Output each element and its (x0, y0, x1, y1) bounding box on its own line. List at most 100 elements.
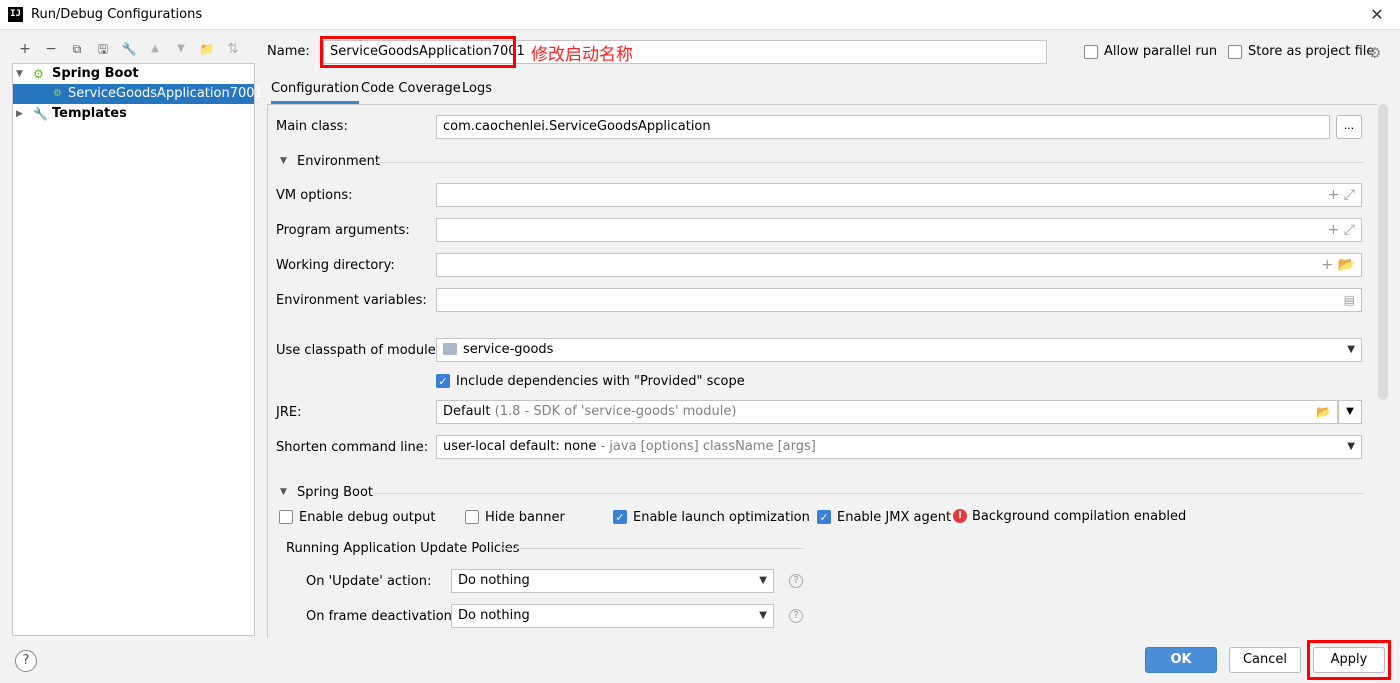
main-class-label: Main class: (276, 119, 348, 134)
jre-label: JRE: (276, 405, 302, 420)
wrench-icon: 🔧 (33, 107, 48, 121)
environment-variables-input[interactable]: ▤ (436, 288, 1362, 312)
help-icon[interactable]: ? (789, 609, 803, 623)
gear-icon[interactable]: ⚙ (1368, 44, 1381, 62)
dropdown-arrow-icon: ▼ (1347, 441, 1355, 452)
configuration-tree[interactable]: ▼ ⚙ Spring Boot ⚙ ServiceGoodsApplicatio… (12, 63, 263, 636)
main-class-input[interactable]: com.caochenlei.ServiceGoodsApplication (436, 115, 1330, 139)
wrench-icon[interactable]: 🔧 (119, 39, 139, 59)
title-bar (0, 0, 1400, 30)
add-icon[interactable]: + (15, 39, 35, 59)
collapse-down-icon[interactable]: ▼ (280, 156, 287, 166)
tree-item-label: Spring Boot (52, 66, 139, 81)
tree-item-spring-boot[interactable]: ▼ ⚙ Spring Boot (13, 64, 254, 84)
section-divider (374, 493, 1364, 494)
classpath-label: Use classpath of module: (276, 343, 441, 358)
ok-button[interactable]: OK (1145, 647, 1217, 673)
debug-output-label: Enable debug output (299, 510, 436, 525)
add-expand-icon[interactable]: + ⤢ (1328, 219, 1355, 241)
help-button[interactable]: ? (15, 650, 37, 672)
sort-icon[interactable]: ⇅ (223, 39, 243, 59)
name-label: Name: (267, 44, 310, 59)
classpath-select[interactable]: service-goods ▼ (436, 338, 1362, 362)
folder-open-icon[interactable]: 📂 (1316, 401, 1331, 423)
annotation-highlight-box (320, 36, 516, 68)
store-project-checkbox[interactable] (1228, 45, 1242, 59)
vm-options-label: VM options: (276, 188, 353, 203)
module-icon (443, 343, 457, 355)
tree-item-label: ServiceGoodsApplication7001 (68, 86, 263, 101)
help-icon[interactable]: ? (789, 574, 803, 588)
update-action-value: Do nothing (458, 573, 530, 588)
update-action-select[interactable]: Do nothing ▼ (451, 569, 774, 593)
frame-deactivation-select[interactable]: Do nothing ▼ (451, 604, 774, 628)
jre-hint: (1.8 - SDK of 'service-goods' module) (494, 404, 737, 419)
cancel-button[interactable]: Cancel (1229, 647, 1301, 673)
dropdown-arrow-icon: ▼ (1347, 344, 1355, 355)
tab-bar: Configuration Code Coverage Logs (267, 78, 1377, 104)
add-folder-icon[interactable]: + 📂 (1321, 254, 1355, 276)
vm-options-input[interactable]: + ⤢ (436, 183, 1362, 207)
environment-variables-label: Environment variables: (276, 293, 427, 308)
scrollbar[interactable] (1378, 104, 1388, 400)
dropdown-arrow-icon: ▼ (759, 610, 767, 621)
tab-configuration[interactable]: Configuration (271, 78, 360, 104)
move-up-icon[interactable]: ▲ (145, 39, 165, 59)
program-arguments-input[interactable]: + ⤢ (436, 218, 1362, 242)
environment-section-title: Environment (297, 154, 381, 169)
update-policies-title: Running Application Update Policies (286, 541, 520, 556)
spring-boot-icon: ⚙ (33, 67, 44, 81)
include-deps-label: Include dependencies with "Provided" sco… (456, 374, 745, 389)
remove-icon[interactable]: − (41, 39, 61, 59)
section-divider (500, 548, 804, 549)
save-icon[interactable]: 🖫 (93, 39, 113, 59)
include-deps-checkbox[interactable]: ✓ (436, 374, 450, 388)
tab-code-coverage[interactable]: Code Coverage (361, 78, 461, 104)
browse-button[interactable]: ... (1336, 115, 1362, 139)
background-compilation-label: Background compilation enabled (972, 509, 1187, 524)
shorten-command-label: Shorten command line: (276, 440, 429, 455)
shorten-command-value: user-local default: none (443, 439, 597, 454)
move-down-icon[interactable]: ▼ (171, 39, 191, 59)
collapse-down-icon[interactable]: ▼ (280, 487, 287, 497)
intellij-app-icon: IJ (8, 7, 23, 22)
shorten-command-hint: - java [options] className [args] (600, 439, 816, 454)
copy-icon[interactable]: ⧉ (67, 39, 87, 59)
launch-optimization-label: Enable launch optimization (633, 510, 810, 525)
jre-select[interactable]: Default (1.8 - SDK of 'service-goods' mo… (436, 400, 1338, 424)
launch-optimization-checkbox[interactable]: ✓ (613, 510, 627, 524)
tab-logs[interactable]: Logs (462, 78, 492, 104)
expand-down-icon[interactable]: ▼ (16, 64, 23, 84)
hide-banner-label: Hide banner (485, 510, 565, 525)
jre-value: Default (443, 404, 491, 419)
store-project-label: Store as project file (1248, 44, 1375, 59)
working-directory-input[interactable]: + 📂 (436, 253, 1362, 277)
jre-dropdown-button[interactable]: ▼ (1338, 400, 1362, 424)
shorten-command-select[interactable]: user-local default: none - java [options… (436, 435, 1362, 459)
close-icon[interactable]: ✕ (1366, 4, 1388, 26)
allow-parallel-checkbox[interactable] (1084, 45, 1098, 59)
expand-right-icon[interactable]: ▶ (16, 104, 23, 124)
tree-item-templates[interactable]: ▶ 🔧 Templates (13, 104, 254, 124)
allow-parallel-label: Allow parallel run (1104, 44, 1218, 59)
working-directory-label: Working directory: (276, 258, 395, 273)
program-arguments-label: Program arguments: (276, 223, 410, 238)
tree-item-label: Templates (52, 106, 127, 121)
jmx-agent-label: Enable JMX agent (837, 510, 952, 525)
debug-output-checkbox[interactable] (279, 510, 293, 524)
folder-icon[interactable]: 📁 (197, 39, 217, 59)
update-action-label: On 'Update' action: (306, 574, 432, 589)
spring-boot-section-title: Spring Boot (297, 485, 374, 500)
hide-banner-checkbox[interactable] (465, 510, 479, 524)
dropdown-arrow-icon: ▼ (759, 575, 767, 586)
frame-deactivation-value: Do nothing (458, 608, 530, 623)
error-icon: ! (953, 509, 967, 523)
jmx-agent-checkbox[interactable]: ✓ (817, 510, 831, 524)
window-title: Run/Debug Configurations (31, 7, 203, 22)
tree-item-service-goods[interactable]: ⚙ ServiceGoodsApplication7001 (13, 84, 263, 104)
list-edit-icon[interactable]: ▤ (1344, 289, 1355, 311)
frame-deactivation-label: On frame deactivation: (306, 609, 457, 624)
spring-boot-app-icon: ⚙ (53, 88, 62, 99)
add-expand-icon[interactable]: + ⤢ (1328, 184, 1355, 206)
annotation-highlight-box (1307, 640, 1391, 680)
